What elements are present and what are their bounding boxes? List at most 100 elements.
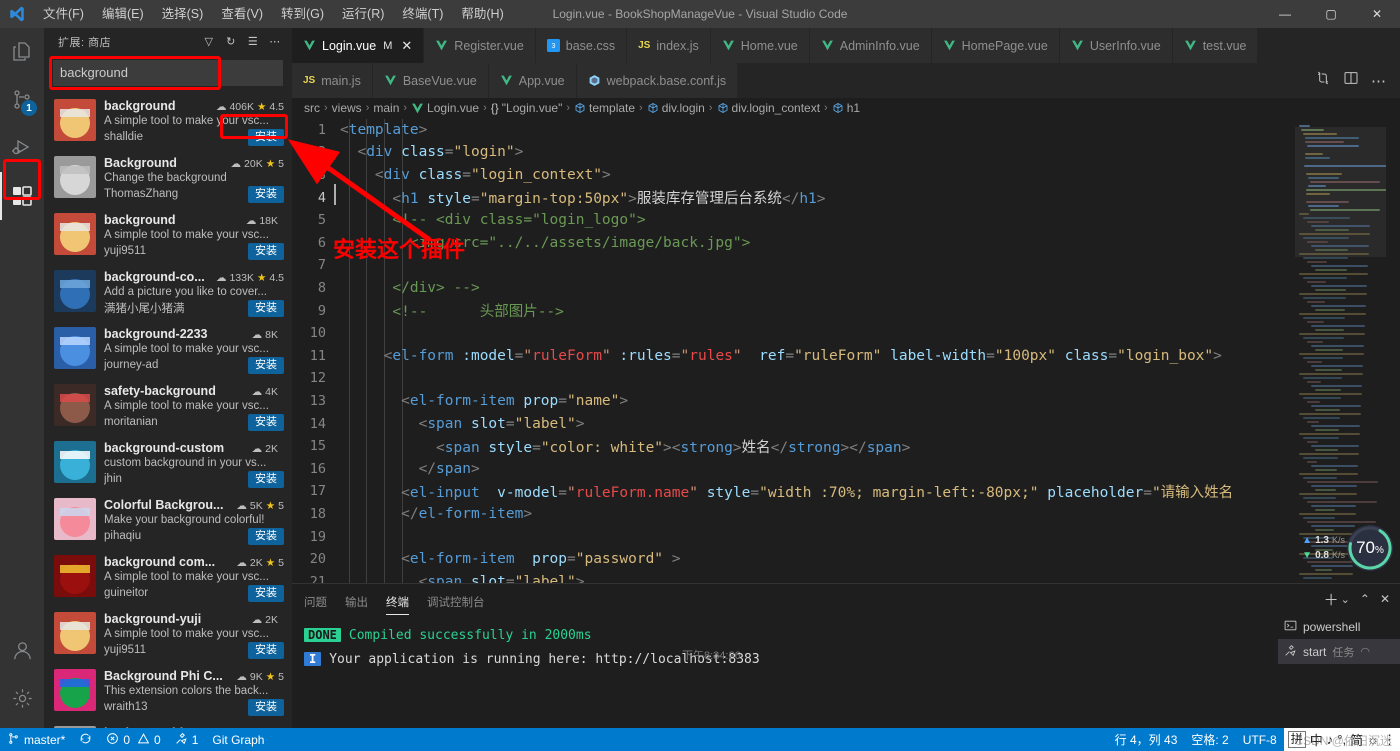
menu-bar[interactable]: 文件(F) 编辑(E) 选择(S) 查看(V) 转到(G) 运行(R) 终端(T… xyxy=(34,0,513,28)
list-item[interactable]: Colorful Backgrou... ☁ 5K ★ 5 Make your backg… xyxy=(44,491,292,548)
code-editor[interactable]: 1 <template> 2 <div class="login"> 3 <div c… xyxy=(292,118,1400,583)
sidebar-item-run-debug[interactable] xyxy=(0,124,44,172)
status-sync[interactable] xyxy=(72,728,99,751)
split-compare-icon[interactable] xyxy=(1315,70,1331,91)
status-cursor-position[interactable]: 行 4，列 43 xyxy=(1108,728,1185,751)
list-item[interactable]: background-yuji ☁ 2K A simple tool to make … xyxy=(44,605,292,662)
install-button[interactable]: 安装 xyxy=(248,128,284,146)
code-line[interactable]: 13 <el-form-item prop="name"> xyxy=(292,390,1294,413)
network-cpu-widget[interactable]: ▲ 1.3 K/s ▼ 0.8 K/s 70% xyxy=(1302,525,1393,571)
list-item[interactable]: background com... ☁ 2K ★ 5 A simple tool to m… xyxy=(44,548,292,605)
panel-tab-调试控制台[interactable]: 调试控制台 xyxy=(427,584,485,619)
breadcrumb-item[interactable]: src xyxy=(304,101,320,115)
code-line[interactable]: 12 xyxy=(292,367,1294,390)
status-indentation[interactable]: 空格: 2 xyxy=(1184,728,1235,751)
code-line[interactable]: 2 <div class="login"> xyxy=(292,141,1294,164)
panel-tab-问题[interactable]: 问题 xyxy=(304,584,327,619)
install-button[interactable]: 安装 xyxy=(248,356,284,374)
breadcrumb-item[interactable]: template xyxy=(574,101,635,115)
sidebar-item-explorer[interactable] xyxy=(0,28,44,76)
breadcrumb-item[interactable]: div.login xyxy=(647,101,705,115)
code-line[interactable]: 5 <!-- <div class="login_logo"> xyxy=(292,209,1294,232)
split-editor-icon[interactable] xyxy=(1343,70,1359,91)
code-content[interactable]: 1 <template> 2 <div class="login"> 3 <div c… xyxy=(292,118,1294,583)
editor-scrollbar[interactable] xyxy=(1386,118,1400,583)
install-button[interactable]: 安装 xyxy=(248,413,284,431)
sidebar-item-source-control[interactable]: 1 xyxy=(0,76,44,124)
menu-edit[interactable]: 编辑(E) xyxy=(93,0,153,28)
status-tasks[interactable]: 1 xyxy=(168,728,206,751)
list-item[interactable]: background ☁ 406K ★ 4.5 A simple tool to make… xyxy=(44,92,292,149)
status-encoding[interactable]: UTF-8 xyxy=(1236,728,1284,751)
code-line[interactable]: 10 xyxy=(292,322,1294,345)
more-icon[interactable]: ⋯ xyxy=(1371,72,1386,90)
tab-admininfo-vue[interactable]: AdminInfo.vue xyxy=(809,28,932,63)
breadcrumb-item[interactable]: Login.vue xyxy=(411,101,479,115)
code-line[interactable]: 16 </span> xyxy=(292,457,1294,480)
menu-terminal[interactable]: 终端(T) xyxy=(393,0,452,28)
minimize-button[interactable]: — xyxy=(1262,0,1308,28)
extension-list[interactable]: background ☁ 406K ★ 4.5 A simple tool to make… xyxy=(44,92,292,728)
editor-actions[interactable]: ⋯ xyxy=(1315,63,1400,98)
new-terminal-icon[interactable]: ＋ xyxy=(1324,589,1339,610)
tab-app-vue[interactable]: App.vue xyxy=(488,63,577,98)
menu-file[interactable]: 文件(F) xyxy=(34,0,93,28)
tab-home-vue[interactable]: Home.vue xyxy=(710,28,810,63)
install-button[interactable]: 安装 xyxy=(248,527,284,545)
tab-row-2[interactable]: JS main.js BaseVue.vue App.vue webpack.base.… xyxy=(292,63,1400,98)
list-item[interactable]: background ☁ 18K A simple tool to make your… xyxy=(44,206,292,263)
close-panel-icon[interactable]: ✕ xyxy=(1380,592,1390,606)
sidebar-item-extensions[interactable] xyxy=(0,172,44,220)
panel-tabs[interactable]: 问题 输出 终端 调试控制台 xyxy=(292,584,1278,619)
code-line[interactable]: 1 <template> xyxy=(292,119,1294,142)
tab-row-1[interactable]: Login.vue M ✕ Register.vue 3 base.css JS index.… xyxy=(292,28,1400,63)
tab-homepage-vue[interactable]: HomePage.vue xyxy=(931,28,1060,63)
code-line[interactable]: 11 <el-form :model="ruleForm" :rules="ru… xyxy=(292,345,1294,368)
code-line[interactable]: 19 xyxy=(292,525,1294,548)
install-button[interactable]: 安装 xyxy=(248,470,284,488)
code-line[interactable]: 9 <!-- 头部图片--> xyxy=(292,299,1294,322)
code-line[interactable]: 20 <el-form-item prop="password" > xyxy=(292,548,1294,571)
menu-view[interactable]: 查看(V) xyxy=(212,0,272,28)
tab-userinfo-vue[interactable]: UserInfo.vue xyxy=(1059,28,1173,63)
breadcrumb[interactable]: src › views › main › Login.vue ›{} "Login.vue" › t… xyxy=(292,98,1400,119)
tab-login-vue[interactable]: Login.vue M ✕ xyxy=(292,28,425,63)
chevron-down-icon[interactable]: ⌄ xyxy=(1341,593,1350,606)
code-line[interactable]: 18 </el-form-item> xyxy=(292,503,1294,526)
terminal-entry-start[interactable]: start 任务 ◠ xyxy=(1278,639,1400,664)
code-line[interactable]: 14 <span slot="label"> xyxy=(292,412,1294,435)
breadcrumb-item[interactable]: main xyxy=(373,101,399,115)
menu-help[interactable]: 帮助(H) xyxy=(452,0,512,28)
close-icon[interactable]: ✕ xyxy=(401,38,412,54)
tab-test-vue[interactable]: test.vue xyxy=(1172,28,1259,63)
list-item[interactable]: Background Phi C... ☁ 9K ★ 5 This extension c… xyxy=(44,662,292,719)
status-problems[interactable]: 0 0 xyxy=(99,728,167,751)
menu-selection[interactable]: 选择(S) xyxy=(153,0,213,28)
list-item[interactable]: background-image☁4K★5安装 xyxy=(44,719,292,728)
install-button[interactable]: 安装 xyxy=(248,641,284,659)
maximize-panel-icon[interactable]: ⌃ xyxy=(1360,592,1370,606)
code-line[interactable]: 15 <span style="color: white"><strong>姓名… xyxy=(292,435,1294,458)
list-item[interactable]: background-co... ☁ 133K ★ 4.5 Add a picture y… xyxy=(44,263,292,320)
breadcrumb-item[interactable]: {} "Login.vue" xyxy=(491,101,563,115)
tab-register-vue[interactable]: Register.vue xyxy=(424,28,536,63)
cpu-gauge[interactable]: 70% xyxy=(1347,525,1393,571)
panel-actions[interactable]: ＋ ⌄ ⌃ ✕ xyxy=(1278,584,1400,614)
list-item[interactable]: safety-background ☁ 4K A simple tool to mak… xyxy=(44,377,292,434)
tab-basevue-vue[interactable]: BaseVue.vue xyxy=(372,63,489,98)
tab-main-js[interactable]: JS main.js xyxy=(292,63,373,98)
install-button[interactable]: 安装 xyxy=(248,584,284,602)
status-branch[interactable]: master* xyxy=(0,728,72,751)
code-line[interactable]: 21 <span slot="label"> xyxy=(292,570,1294,583)
breadcrumb-item[interactable]: h1 xyxy=(832,101,860,115)
breadcrumb-item[interactable]: div.login_context xyxy=(717,101,820,115)
install-button[interactable]: 安装 xyxy=(248,242,284,260)
sidebar-item-settings[interactable] xyxy=(0,674,44,722)
menu-run[interactable]: 运行(R) xyxy=(333,0,393,28)
install-button[interactable]: 安装 xyxy=(248,299,284,317)
search-input[interactable] xyxy=(53,59,283,86)
refresh-icon[interactable]: ↻ xyxy=(220,31,242,53)
code-line[interactable]: 4 <h1 style="margin-top:50px">服装库存管理后台系统… xyxy=(292,184,1294,209)
code-line[interactable]: 17 <el-input v-model="ruleForm.name" sty… xyxy=(292,480,1294,503)
code-line[interactable]: 6 <img src="../../assets/image/back.jpg"… xyxy=(292,232,1294,255)
